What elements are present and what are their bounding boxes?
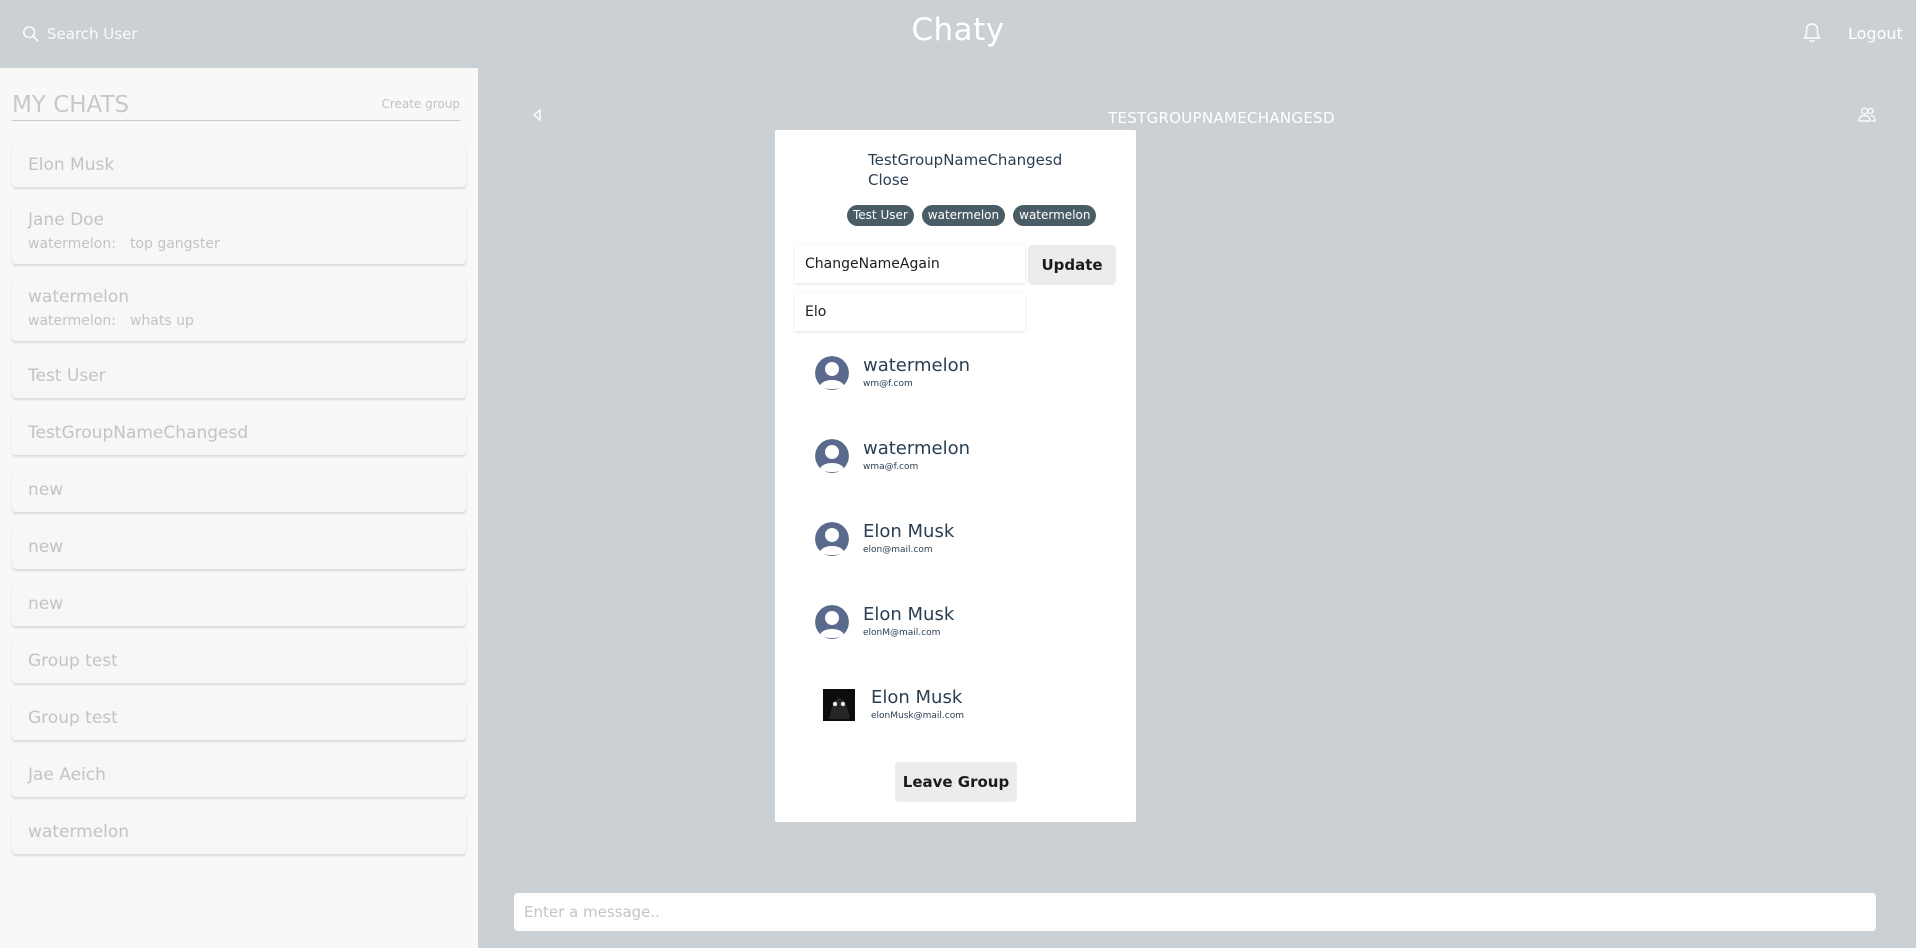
result-name: Elon Musk [871, 687, 963, 708]
default-avatar-icon [815, 605, 849, 639]
result-name: watermelon [863, 355, 970, 376]
chat-name: TestGroupNameChangesd [28, 423, 249, 443]
result-email: wma@f.com [863, 462, 919, 472]
chat-name: watermelon [28, 822, 130, 842]
search-result-item[interactable]: Elon Musk elonMusk@mail.com [815, 676, 1095, 736]
chat-name: Elon Musk [28, 155, 115, 175]
close-button[interactable]: Close [868, 170, 909, 190]
result-name: Elon Musk [863, 521, 955, 542]
add-user-search-input[interactable] [795, 293, 1025, 331]
update-button[interactable]: Update [1028, 245, 1116, 285]
search-result-item[interactable]: Elon Musk elon@mail.com [815, 510, 1095, 570]
search-result-item[interactable]: watermelon wm@f.com [815, 344, 1095, 404]
chat-item-watermelon[interactable]: watermelon watermelon: whats up [12, 278, 466, 341]
chat-item-elon-musk[interactable]: Elon Musk [12, 144, 466, 187]
chat-message-sender: watermelon: [28, 236, 116, 252]
group-settings-icon[interactable] [1858, 106, 1876, 122]
chat-item-group-test[interactable]: Group test [12, 697, 466, 740]
chat-item-test-user[interactable]: Test User [12, 355, 466, 398]
my-chats-panel: MY CHATS Create group Elon Musk Jane Doe… [0, 68, 478, 948]
modal-title: TestGroupNameChangesd [868, 151, 1063, 169]
search-result-item[interactable]: watermelon wma@f.com [815, 427, 1095, 487]
message-input[interactable] [514, 893, 1876, 931]
chat-message-text: whats up [129, 313, 194, 329]
member-badge[interactable]: Test User [847, 205, 914, 226]
create-group-button[interactable]: Create group [381, 97, 460, 111]
result-name: watermelon [863, 438, 970, 459]
result-name: Elon Musk [863, 604, 955, 625]
chat-name: Group test [28, 651, 118, 671]
chat-name: new [28, 537, 64, 557]
chat-item-group-test[interactable]: Group test [12, 640, 466, 683]
default-avatar-icon [815, 522, 849, 556]
chat-name: new [28, 480, 64, 500]
chat-latest-message: watermelon: top gangster [28, 236, 220, 252]
chat-item-watermelon[interactable]: watermelon [12, 811, 466, 854]
chat-item-new[interactable]: new [12, 469, 466, 512]
chat-latest-message: watermelon: whats up [28, 313, 194, 329]
group-name-input[interactable] [795, 245, 1025, 283]
app-title: Chaty [911, 12, 1005, 48]
bell-icon[interactable] [1802, 22, 1822, 44]
chat-name: Jane Doe [28, 210, 105, 230]
chat-item-jae-aeich[interactable]: Jae Aeich [12, 754, 466, 797]
chat-item-new[interactable]: new [12, 583, 466, 626]
member-badge[interactable]: watermelon [1013, 205, 1097, 226]
result-email: elonM@mail.com [863, 628, 941, 638]
chat-name: Test User [28, 366, 106, 386]
chat-item-testgroupnamechangesd[interactable]: TestGroupNameChangesd [12, 412, 466, 455]
default-avatar-icon [815, 356, 849, 390]
chat-message-sender: watermelon: [28, 313, 116, 329]
result-email: elon@mail.com [863, 545, 933, 555]
search-result-item[interactable]: Elon Musk elonM@mail.com [815, 593, 1095, 653]
chat-item-new[interactable]: new [12, 526, 466, 569]
top-bar: Search User Chaty Logout [0, 0, 1916, 68]
chat-title: TestGroupNameChangesd [1108, 109, 1335, 127]
chat-item-jane-doe[interactable]: Jane Doe watermelon: top gangster [12, 201, 466, 264]
my-chats-title: MY CHATS [12, 92, 130, 118]
result-email: wm@f.com [863, 379, 913, 389]
chat-message-text: top gangster [129, 236, 220, 252]
member-badges: Test User watermelon watermelon [847, 205, 1097, 226]
user-photo-avatar [823, 689, 855, 721]
default-avatar-icon [815, 439, 849, 473]
logout-button[interactable]: Logout [1848, 24, 1903, 43]
chat-window: TestGroupNameChangesd [478, 68, 1916, 948]
chat-name: new [28, 594, 64, 614]
my-chats-header: MY CHATS Create group [12, 92, 460, 121]
chat-name: Group test [28, 708, 118, 728]
group-settings-modal: TestGroupNameChangesd Close Test User wa… [775, 130, 1136, 822]
back-arrow-icon[interactable] [530, 108, 544, 122]
member-badge[interactable]: watermelon [921, 205, 1006, 226]
leave-group-button[interactable]: Leave Group [895, 762, 1017, 802]
result-email: elonMusk@mail.com [871, 711, 964, 721]
chat-name: Jae Aeich [28, 765, 106, 785]
chat-name: watermelon [28, 287, 130, 307]
